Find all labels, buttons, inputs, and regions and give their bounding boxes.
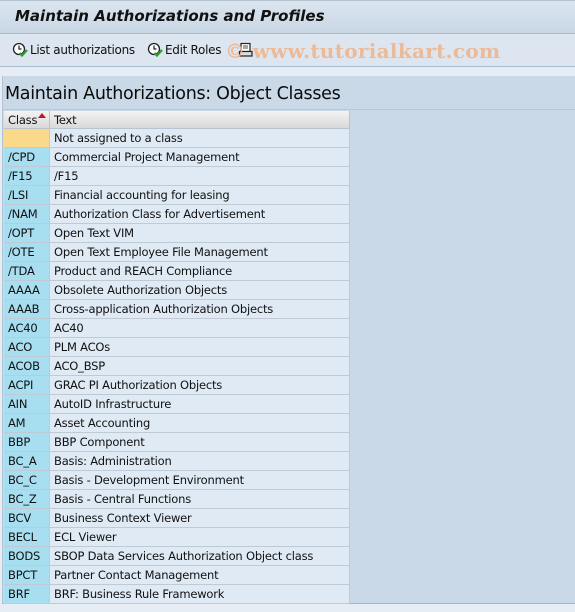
text-cell[interactable]: Open Text Employee File Management (49, 242, 350, 262)
class-cell[interactable]: /TDA (4, 261, 50, 281)
table-row[interactable]: /CPD Commercial Project Management (4, 147, 350, 167)
class-cell[interactable]: BC_A (4, 451, 50, 471)
text-cell[interactable]: Commercial Project Management (49, 147, 350, 167)
table-row[interactable]: AC40 AC40 (4, 318, 350, 338)
table-row[interactable]: /LSI Financial accounting for leasing (4, 185, 350, 205)
table-row[interactable]: ACOB ACO_BSP (4, 356, 350, 376)
window-title: Maintain Authorizations and Profiles (15, 7, 325, 25)
column-header-text[interactable]: Text (49, 111, 350, 129)
table-row[interactable]: BC_Z Basis - Central Functions (4, 489, 350, 509)
text-cell[interactable]: Cross-application Authorization Objects (49, 299, 350, 319)
page-title: Maintain Authorizations: Object Classes (5, 84, 341, 104)
table-row[interactable]: /OTE Open Text Employee File Management (4, 242, 350, 262)
class-cell[interactable]: /F15 (4, 166, 50, 186)
class-cell[interactable]: /NAM (4, 204, 50, 224)
list-authorizations-button[interactable]: List authorizations (12, 41, 135, 59)
table-row[interactable]: AIN AutoID Infrastructure (4, 394, 350, 414)
text-cell[interactable]: Asset Accounting (49, 413, 350, 433)
text-cell[interactable]: Obsolete Authorization Objects (49, 280, 350, 300)
table-row[interactable]: BODS SBOP Data Services Authorization Obj… (4, 546, 350, 566)
class-cell[interactable]: AIN (4, 394, 50, 414)
class-cell[interactable]: ACOB (4, 356, 50, 376)
text-cell[interactable]: ECL Viewer (49, 527, 350, 547)
column-header-label: Class (8, 112, 38, 127)
text-cell[interactable]: Product and REACH Compliance (49, 261, 350, 281)
text-cell[interactable]: Basis - Central Functions (49, 489, 350, 509)
class-cell[interactable]: /LSI (4, 185, 50, 205)
table-header-row: Class Text (4, 111, 350, 129)
text-cell[interactable]: PLM ACOs (49, 337, 350, 357)
class-cell[interactable]: BC_Z (4, 489, 50, 509)
divider (3, 109, 575, 110)
class-cell[interactable]: BCV (4, 508, 50, 528)
text-cell[interactable]: SBOP Data Services Authorization Object … (49, 546, 350, 566)
title-bar: Maintain Authorizations and Profiles (0, 0, 575, 34)
class-cell[interactable]: BC_C (4, 470, 50, 490)
text-cell[interactable]: BBP Component (49, 432, 350, 452)
list-authorizations-label: List authorizations (30, 43, 135, 57)
text-cell[interactable]: Not assigned to a class (49, 128, 350, 148)
text-cell[interactable]: Authorization Class for Advertisement (49, 204, 350, 224)
table-row[interactable]: BCV Business Context Viewer (4, 508, 350, 528)
table-row[interactable]: BECL ECL Viewer (4, 527, 350, 547)
object-classes-table: Class Text Not assigned to a class/CPD Co… (4, 111, 350, 604)
class-cell[interactable]: ACO (4, 337, 50, 357)
text-cell[interactable]: ACO_BSP (49, 356, 350, 376)
text-cell[interactable]: AutoID Infrastructure (49, 394, 350, 414)
class-cell[interactable]: /OTE (4, 242, 50, 262)
table-row[interactable]: BC_A Basis: Administration (4, 451, 350, 471)
class-cell[interactable]: /CPD (4, 147, 50, 167)
column-header-class[interactable]: Class (4, 111, 50, 129)
table-row[interactable]: AAAB Cross-application Authorization Obje… (4, 299, 350, 319)
class-cell[interactable]: AAAA (4, 280, 50, 300)
edit-roles-label: Edit Roles (165, 43, 222, 57)
class-cell[interactable]: AAAB (4, 299, 50, 319)
text-cell[interactable]: BRF: Business Rule Framework (49, 584, 350, 604)
class-cell[interactable]: BRF (4, 584, 50, 604)
text-cell[interactable]: /F15 (49, 166, 350, 186)
clock-check-icon (12, 42, 28, 58)
table-row[interactable]: AAAA Obsolete Authorization Objects (4, 280, 350, 300)
watermark: © www.tutorialkart.com (225, 39, 501, 63)
class-cell[interactable]: BECL (4, 527, 50, 547)
table-row[interactable]: Not assigned to a class (4, 128, 350, 148)
clock-check-icon (147, 42, 163, 58)
table-row[interactable]: /NAM Authorization Class for Advertisemen… (4, 204, 350, 224)
text-cell[interactable]: Basis - Development Environment (49, 470, 350, 490)
text-cell[interactable]: AC40 (49, 318, 350, 338)
table-row[interactable]: BRF BRF: Business Rule Framework (4, 584, 350, 604)
text-cell[interactable]: Financial accounting for leasing (49, 185, 350, 205)
table-row[interactable]: /F15/F15 (4, 166, 350, 186)
class-cell[interactable]: BODS (4, 546, 50, 566)
class-cell[interactable]: AM (4, 413, 50, 433)
table-row[interactable]: /OPT Open Text VIM (4, 223, 350, 243)
sort-ascending-icon (38, 113, 46, 118)
edit-roles-button[interactable]: Edit Roles (147, 41, 221, 59)
text-cell[interactable]: GRAC PI Authorization Objects (49, 375, 350, 395)
table-row[interactable]: /TDA Product and REACH Compliance (4, 261, 350, 281)
table-row[interactable]: BC_C Basis - Development Environment (4, 470, 350, 490)
table-row[interactable]: ACPI GRAC PI Authorization Objects (4, 375, 350, 395)
column-header-label: Text (54, 112, 77, 127)
class-cell[interactable]: ACPI (4, 375, 50, 395)
text-cell[interactable]: Business Context Viewer (49, 508, 350, 528)
class-cell[interactable] (4, 128, 50, 148)
class-cell[interactable]: /OPT (4, 223, 50, 243)
text-cell[interactable]: Open Text VIM (49, 223, 350, 243)
class-cell[interactable]: BBP (4, 432, 50, 452)
class-cell[interactable]: AC40 (4, 318, 50, 338)
table-row[interactable]: BPCT Partner Contact Management (4, 565, 350, 585)
table-row[interactable]: ACO PLM ACOs (4, 337, 350, 357)
table-row[interactable]: AM Asset Accounting (4, 413, 350, 433)
class-cell[interactable]: BPCT (4, 565, 50, 585)
text-cell[interactable]: Basis: Administration (49, 451, 350, 471)
text-cell[interactable]: Partner Contact Management (49, 565, 350, 585)
table-row[interactable]: BBP BBP Component (4, 432, 350, 452)
